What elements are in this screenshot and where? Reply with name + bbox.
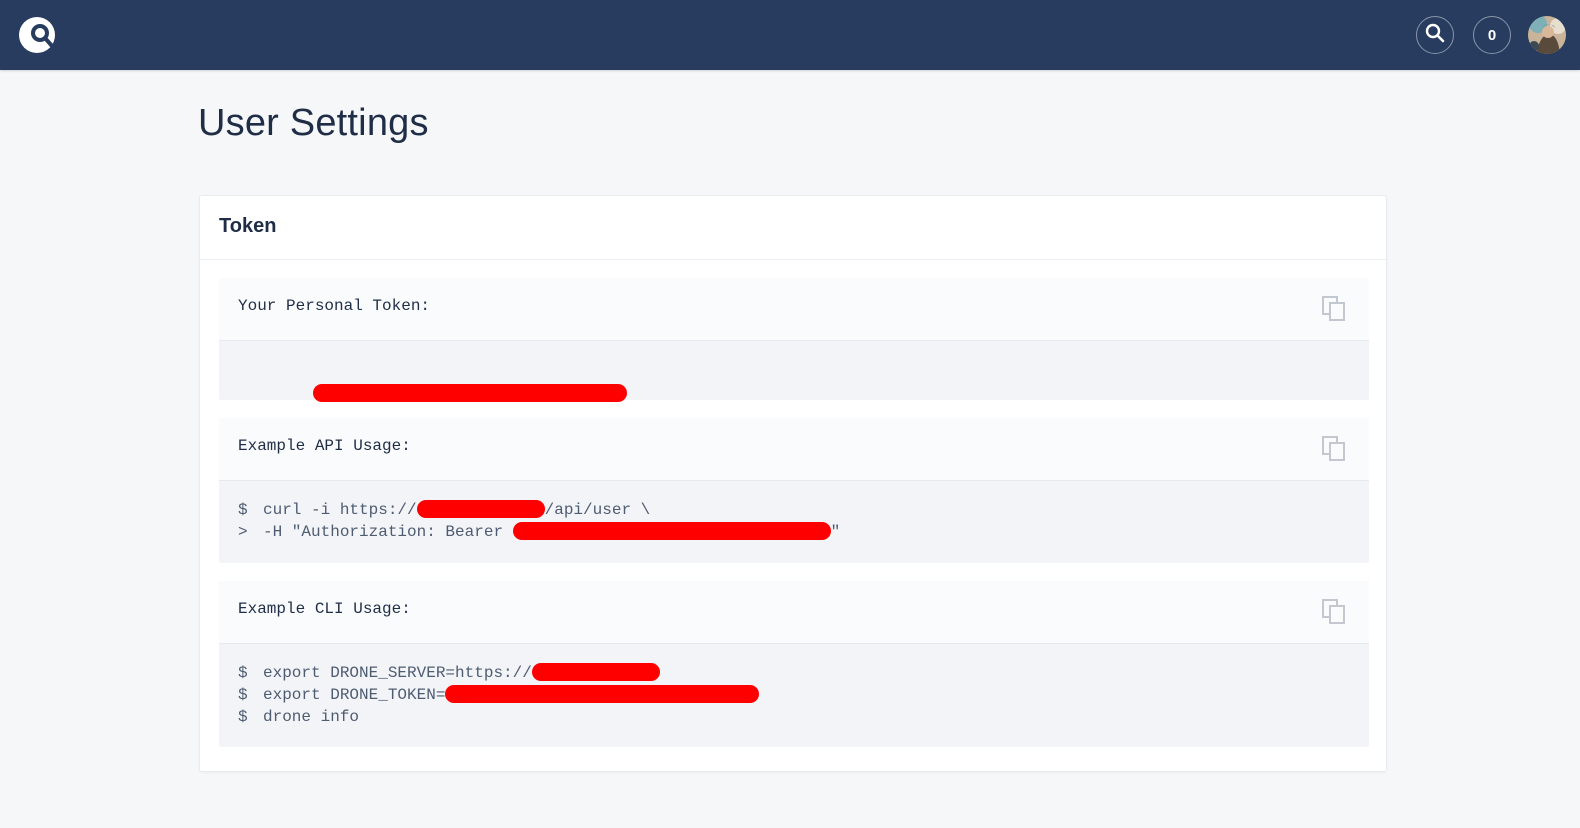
- top-navigation-bar: 0: [0, 0, 1580, 70]
- redacted-token: [512, 521, 831, 540]
- code-line: $ drone info: [238, 708, 360, 726]
- personal-token-value[interactable]: [219, 341, 1369, 402]
- code-line: $ curl -i https:///api/user \: [238, 499, 651, 519]
- cli-usage-block: Example CLI Usage: $ export DRONE_SERVER=…: [219, 581, 1369, 747]
- copy-token-icon[interactable]: [1321, 295, 1347, 323]
- user-avatar[interactable]: [1528, 16, 1566, 54]
- build-queue-count-button[interactable]: 0: [1473, 16, 1511, 54]
- card-title: Token: [200, 196, 1386, 260]
- cli-usage-code: $ export DRONE_SERVER=https:// $ export DR…: [219, 644, 1369, 728]
- page-title: User Settings: [198, 102, 429, 144]
- redacted-server: [531, 662, 660, 681]
- code-line: $ export DRONE_TOKEN=: [238, 684, 1369, 706]
- personal-token-label: Your Personal Token:: [238, 297, 431, 315]
- redacted-server: [416, 499, 545, 518]
- token-card: Token Your Personal Token: Example API U…: [199, 195, 1387, 772]
- api-usage-header: Example API Usage:: [219, 418, 1369, 481]
- api-usage-block: Example API Usage: $ curl -i https:///api…: [219, 418, 1369, 563]
- personal-token-block: Your Personal Token:: [219, 278, 1369, 402]
- drone-logo-icon[interactable]: [18, 16, 56, 54]
- cli-usage-label: Example CLI Usage:: [238, 600, 411, 618]
- api-usage-code: $ curl -i https:///api/user \ > -H "Author…: [219, 481, 1369, 543]
- search-button[interactable]: [1416, 16, 1454, 54]
- copy-api-usage-icon[interactable]: [1321, 435, 1347, 463]
- search-icon: [1425, 23, 1445, 48]
- redacted-token: [312, 383, 627, 402]
- personal-token-header: Your Personal Token:: [219, 278, 1369, 341]
- code-line: > -H "Authorization: Bearer ": [238, 521, 841, 541]
- cli-usage-header: Example CLI Usage:: [219, 581, 1369, 644]
- copy-cli-usage-icon[interactable]: [1321, 598, 1347, 626]
- api-usage-label: Example API Usage:: [238, 437, 411, 455]
- code-line: $ export DRONE_SERVER=https://: [238, 662, 1369, 684]
- redacted-token: [445, 684, 760, 703]
- build-queue-count: 0: [1487, 26, 1497, 44]
